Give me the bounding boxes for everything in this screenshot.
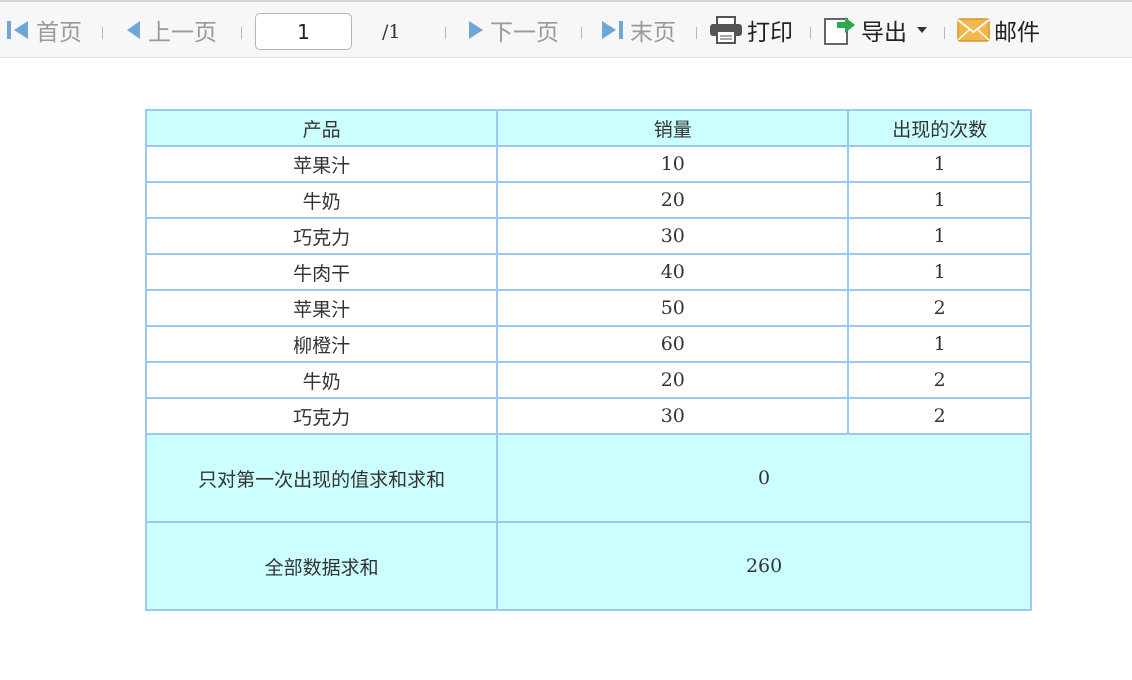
next-page-button[interactable]: 下一页: [466, 2, 559, 58]
prev-page-label: 上一页: [148, 20, 217, 46]
occurrence-cell: 2: [847, 361, 1032, 399]
mail-button[interactable]: 邮件: [957, 2, 1040, 58]
first-page-button[interactable]: 首页: [6, 2, 82, 58]
report-toolbar: 首页 上一页 /1 下一页 末页 打印: [0, 0, 1132, 58]
table-row: 牛奶 20 1: [144, 181, 1032, 219]
summary-label: 只对第一次出现的值求和求和: [144, 433, 499, 523]
next-page-label: 下一页: [490, 20, 559, 46]
sales-cell: 20: [496, 361, 850, 399]
sales-report-table: 产品 销量 出现的次数 苹果汁 10 1 牛奶 20 1 巧克力 30 1 牛肉…: [144, 109, 1032, 611]
table-row: 巧克力 30 2: [144, 397, 1032, 435]
sales-cell: 50: [496, 289, 850, 327]
table-row: 苹果汁 10 1: [144, 145, 1032, 183]
column-header-sales: 销量: [496, 109, 850, 147]
table-row: 牛奶 20 2: [144, 361, 1032, 399]
sales-cell: 20: [496, 181, 850, 219]
prev-page-icon: [127, 21, 140, 39]
sales-cell: 10: [496, 145, 850, 183]
export-icon: [824, 17, 855, 45]
summary-row-first-occurrence-sum: 只对第一次出现的值求和求和 0: [144, 433, 1032, 523]
table-row: 苹果汁 50 2: [144, 289, 1032, 327]
summary-value: 260: [496, 521, 1032, 611]
product-cell: 牛肉干: [144, 253, 499, 291]
next-page-icon: [469, 21, 483, 39]
sales-cell: 30: [496, 217, 850, 255]
occurrence-cell: 1: [847, 253, 1032, 291]
summary-value: 0: [496, 433, 1032, 523]
prev-page-button[interactable]: 上一页: [124, 2, 217, 58]
toolbar-separator: [581, 27, 582, 39]
occurrence-cell: 1: [847, 181, 1032, 219]
toolbar-separator: [241, 27, 242, 39]
page-total: /1: [382, 21, 401, 43]
occurrence-cell: 1: [847, 145, 1032, 183]
occurrence-cell: 2: [847, 397, 1032, 435]
summary-row-total-sum: 全部数据求和 260: [144, 521, 1032, 611]
first-page-icon: [7, 21, 28, 39]
column-header-occurrences: 出现的次数: [847, 109, 1032, 147]
mail-label: 邮件: [994, 20, 1040, 46]
toolbar-separator: [102, 27, 103, 39]
table-row: 柳橙汁 60 1: [144, 325, 1032, 363]
export-button[interactable]: 导出: [823, 2, 933, 58]
last-page-label: 末页: [630, 20, 676, 46]
summary-label: 全部数据求和: [144, 521, 499, 611]
last-page-button[interactable]: 末页: [600, 2, 676, 58]
product-cell: 巧克力: [144, 217, 499, 255]
toolbar-separator: [696, 27, 697, 39]
table-row: 牛肉干 40 1: [144, 253, 1032, 291]
occurrence-cell: 2: [847, 289, 1032, 327]
product-cell: 牛奶: [144, 361, 499, 399]
printer-icon: [710, 16, 742, 44]
product-cell: 苹果汁: [144, 289, 499, 327]
product-cell: 苹果汁: [144, 145, 499, 183]
last-page-icon: [602, 21, 623, 39]
toolbar-separator: [445, 27, 446, 39]
product-cell: 巧克力: [144, 397, 499, 435]
occurrence-cell: 1: [847, 325, 1032, 363]
sales-cell: 60: [496, 325, 850, 363]
first-page-label: 首页: [36, 20, 82, 46]
toolbar-separator: [810, 27, 811, 39]
product-cell: 牛奶: [144, 181, 499, 219]
product-cell: 柳橙汁: [144, 325, 499, 363]
column-header-product: 产品: [144, 109, 499, 147]
toolbar-separator: [944, 27, 945, 39]
page-number-input[interactable]: [255, 13, 352, 50]
occurrence-cell: 1: [847, 217, 1032, 255]
table-row: 巧克力 30 1: [144, 217, 1032, 255]
chevron-down-icon: [917, 27, 927, 33]
export-label: 导出: [861, 20, 907, 46]
sales-cell: 40: [496, 253, 850, 291]
sales-cell: 30: [496, 397, 850, 435]
print-label: 打印: [747, 20, 793, 46]
print-button[interactable]: 打印: [709, 2, 793, 58]
table-header-row: 产品 销量 出现的次数: [144, 109, 1032, 147]
mail-icon: [957, 18, 990, 42]
